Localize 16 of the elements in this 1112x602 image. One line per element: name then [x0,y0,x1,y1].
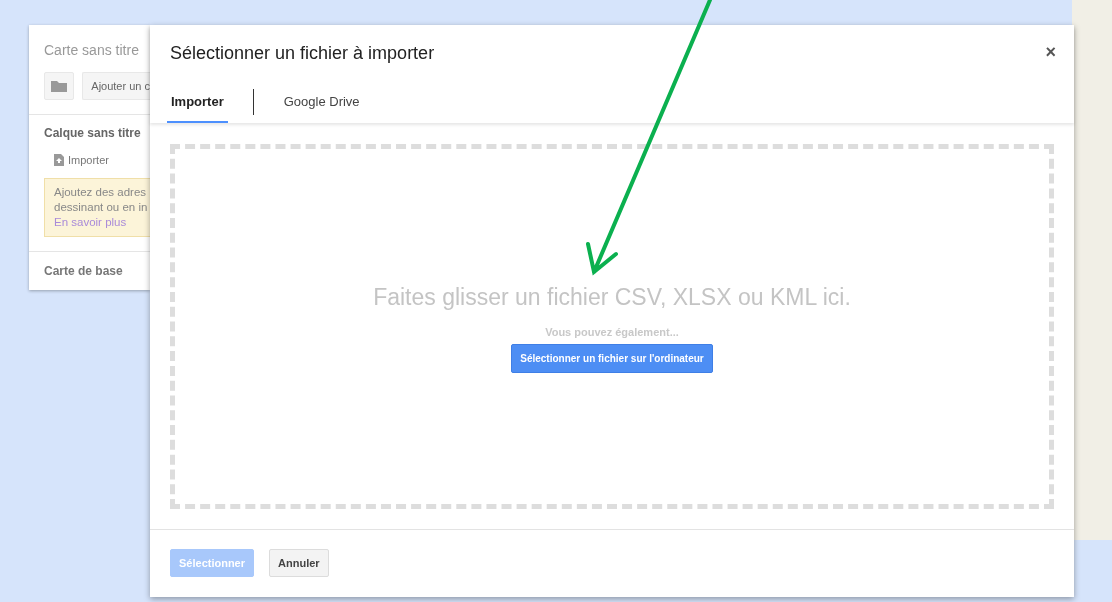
hint-text: dessinant ou en in [54,200,149,215]
dialog-title: Sélectionner un fichier à importer [170,43,435,64]
folder-icon [51,80,68,92]
cancel-button[interactable]: Annuler [269,549,329,577]
layer-title: Calque sans titre [43,125,142,142]
map-title: Carte sans titre [43,41,140,58]
tab[interactable]: Importer [167,86,228,123]
import-link[interactable]: Importer [29,148,150,166]
add-button[interactable]: Ajouter un c [82,72,150,100]
close-button[interactable]: × [1039,41,1062,64]
folder-button[interactable] [44,72,75,100]
hint-text: Ajoutez des adres [54,185,148,200]
tab[interactable]: Google Drive [279,86,364,123]
file-upload-icon [54,154,64,166]
drop-message: Faites glisser un fichier CSV, XLSX ou KML ici. [373,284,851,311]
choose-file-button[interactable]: Sélectionner un fichier sur l'ordinateur [511,344,713,373]
